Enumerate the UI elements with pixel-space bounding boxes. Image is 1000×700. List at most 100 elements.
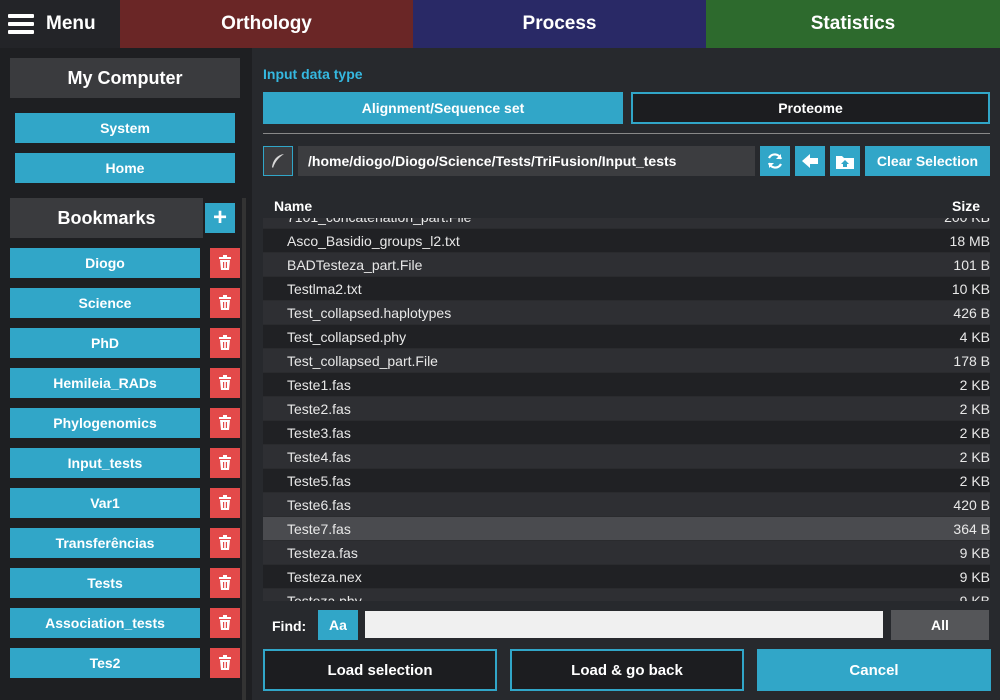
file-row[interactable]: Asco_Basidio_groups_l2.txt 18 MB <box>263 229 990 253</box>
name-column-header[interactable]: Name <box>274 198 312 214</box>
home-button[interactable]: Home <box>15 153 235 183</box>
trash-icon <box>219 335 231 350</box>
find-label: Find: <box>272 618 307 634</box>
delete-bookmark-button[interactable] <box>210 528 240 558</box>
file-size: 4 KB <box>959 328 990 345</box>
path-field[interactable]: /home/diogo/Diogo/Science/Tests/TriFusio… <box>298 146 755 176</box>
back-button[interactable] <box>795 146 825 176</box>
file-row[interactable]: Testlma2.txt 10 KB <box>263 277 990 301</box>
system-button[interactable]: System <box>15 113 235 143</box>
proteome-type-button[interactable]: Proteome <box>631 92 990 124</box>
file-size: 2 KB <box>959 400 990 417</box>
file-name: Asco_Basidio_groups_l2.txt <box>287 232 460 249</box>
file-name: Testlma2.txt <box>287 280 362 297</box>
file-row[interactable]: BADTesteza_part.File 101 B <box>263 253 990 277</box>
file-row[interactable]: Testeza.nex 9 KB <box>263 565 990 589</box>
find-input[interactable] <box>365 611 883 638</box>
sidebar-scrollbar[interactable] <box>242 198 246 700</box>
file-size: 426 B <box>953 304 990 321</box>
file-row[interactable]: Teste4.fas 2 KB <box>263 445 990 469</box>
trash-icon <box>219 495 231 510</box>
my-computer-header: My Computer <box>10 58 240 98</box>
file-row[interactable]: Teste1.fas 2 KB <box>263 373 990 397</box>
load-selection-button[interactable]: Load selection <box>263 649 497 691</box>
delete-bookmark-button[interactable] <box>210 568 240 598</box>
tab-orthology[interactable]: Orthology <box>120 0 413 48</box>
bookmark-button[interactable]: Phylogenomics <box>10 408 200 438</box>
trash-icon <box>219 255 231 270</box>
file-row[interactable]: Teste2.fas 2 KB <box>263 397 990 421</box>
file-name: Teste1.fas <box>287 376 351 393</box>
load-go-back-button[interactable]: Load & go back <box>510 649 744 691</box>
delete-bookmark-button[interactable] <box>210 448 240 478</box>
file-name: Teste2.fas <box>287 400 351 417</box>
file-size: 18 MB <box>949 232 990 249</box>
trash-icon <box>219 575 231 590</box>
delete-bookmark-button[interactable] <box>210 288 240 318</box>
menu-button[interactable]: Menu <box>0 0 120 48</box>
file-row[interactable]: Test_collapsed_part.File 178 B <box>263 349 990 373</box>
bookmark-button[interactable]: Hemileia_RADs <box>10 368 200 398</box>
file-row[interactable]: Teste6.fas 420 B <box>263 493 990 517</box>
arrow-left-icon <box>802 154 818 168</box>
file-row[interactable]: Teste7.fas 364 B <box>263 517 990 541</box>
delete-bookmark-button[interactable] <box>210 248 240 278</box>
alignment-type-button[interactable]: Alignment/Sequence set <box>263 92 623 124</box>
file-row[interactable]: Teste3.fas 2 KB <box>263 421 990 445</box>
bookmarks-header: Bookmarks <box>10 198 203 238</box>
bookmark-button[interactable]: Input_tests <box>10 448 200 478</box>
input-data-type-label: Input data type <box>263 66 363 82</box>
bookmark-button[interactable]: Transferências <box>10 528 200 558</box>
menu-label: Menu <box>46 13 96 34</box>
file-name: Test_collapsed_part.File <box>287 352 438 369</box>
file-row[interactable]: 7101_concatenation_part.File200 KB <box>263 218 990 229</box>
file-size: 2 KB <box>959 424 990 441</box>
file-row[interactable]: Test_collapsed.haplotypes 426 B <box>263 301 990 325</box>
all-button[interactable]: All <box>891 610 989 640</box>
delete-bookmark-button[interactable] <box>210 368 240 398</box>
file-size: 2 KB <box>959 472 990 489</box>
file-row[interactable]: Test_collapsed.phy 4 KB <box>263 325 990 349</box>
delete-bookmark-button[interactable] <box>210 608 240 638</box>
file-row[interactable]: Testeza.fas 9 KB <box>263 541 990 565</box>
size-column-header[interactable]: Size <box>952 198 980 214</box>
file-row[interactable]: Teste5.fas 2 KB <box>263 469 990 493</box>
bookmark-button[interactable]: Tes2 <box>10 648 200 678</box>
bookmark-button[interactable]: Association_tests <box>10 608 200 638</box>
delete-bookmark-button[interactable] <box>210 648 240 678</box>
parent-folder-button[interactable] <box>830 146 860 176</box>
file-size: 364 B <box>953 520 990 537</box>
delete-bookmark-button[interactable] <box>210 328 240 358</box>
add-bookmark-button[interactable]: + <box>205 203 235 233</box>
bookmark-button[interactable]: Var1 <box>10 488 200 518</box>
bookmark-button[interactable]: PhD <box>10 328 200 358</box>
feather-icon <box>272 154 284 168</box>
folder-up-icon <box>836 156 854 169</box>
file-size: 10 KB <box>951 280 990 297</box>
bookmark-button[interactable]: Diogo <box>10 248 200 278</box>
bookmark-button[interactable]: Tests <box>10 568 200 598</box>
refresh-button[interactable] <box>760 146 790 176</box>
clear-selection-button[interactable]: Clear Selection <box>865 146 990 176</box>
bookmark-button[interactable]: Science <box>10 288 200 318</box>
file-name: Testeza.nex <box>287 568 362 585</box>
trash-icon <box>219 375 231 390</box>
file-list[interactable]: 7101_concatenation_part.File200 KBAsco_B… <box>263 218 990 601</box>
file-row[interactable]: Testeza.phy 9 KB <box>263 589 990 601</box>
case-sensitive-button[interactable]: Aa <box>318 610 358 640</box>
trash-icon <box>219 615 231 630</box>
cancel-button[interactable]: Cancel <box>757 649 991 691</box>
file-list-header: Name Size <box>263 198 990 218</box>
trash-icon <box>219 535 231 550</box>
file-size: 420 B <box>953 496 990 513</box>
delete-bookmark-button[interactable] <box>210 488 240 518</box>
file-name: Test_collapsed.phy <box>287 328 407 345</box>
tab-statistics[interactable]: Statistics <box>706 0 1000 48</box>
file-name: Testeza.fas <box>287 544 358 561</box>
file-name: Teste7.fas <box>287 520 351 537</box>
tab-process[interactable]: Process <box>413 0 706 48</box>
delete-bookmark-button[interactable] <box>210 408 240 438</box>
file-size: 101 B <box>953 256 990 273</box>
file-name: Teste6.fas <box>287 496 351 513</box>
edit-path-button[interactable] <box>263 146 293 176</box>
